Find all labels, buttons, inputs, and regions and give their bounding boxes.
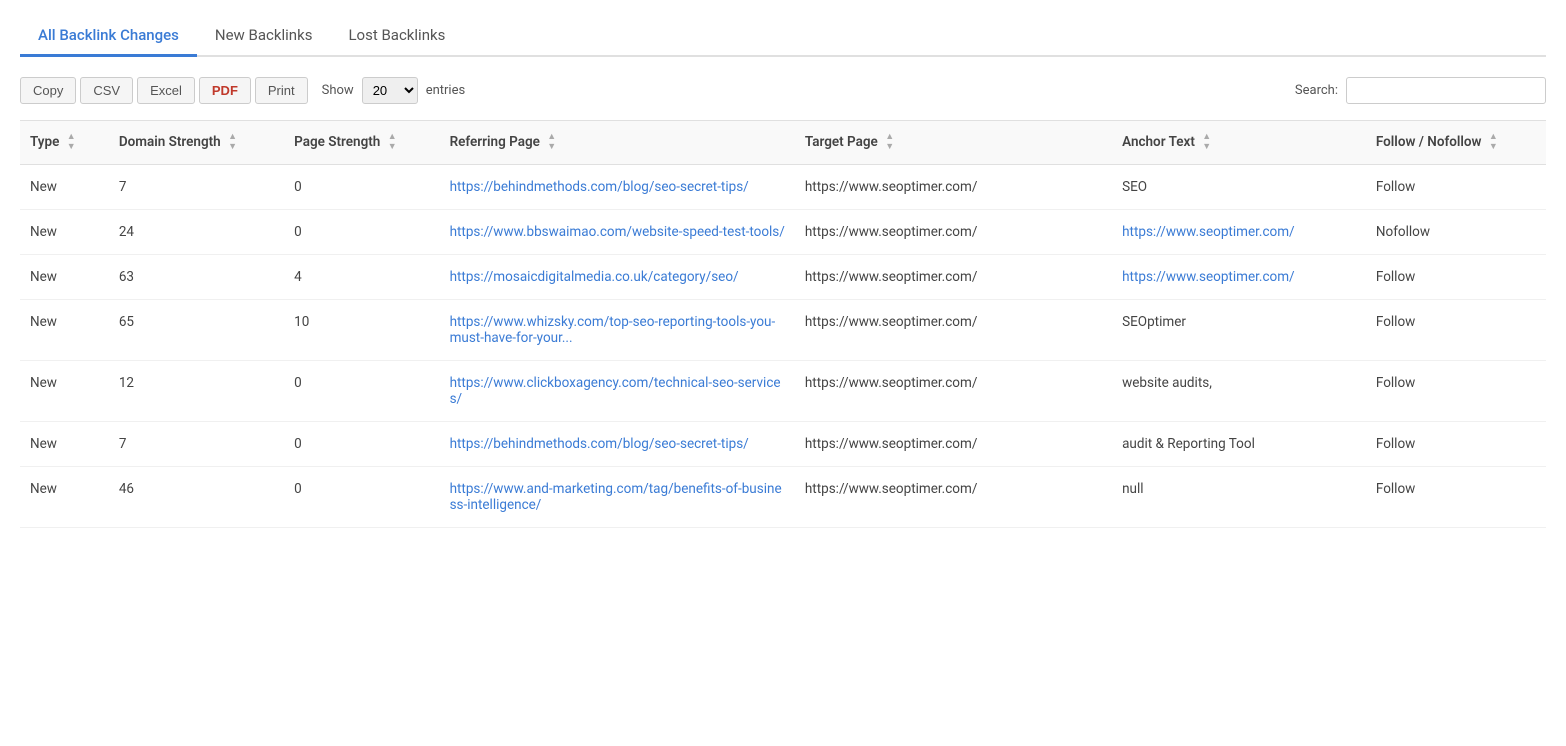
cell-anchor-text: https://www.seoptimer.com/ [1112,255,1366,300]
cell-page-strength: 0 [284,361,439,422]
anchor-text-link[interactable]: https://www.seoptimer.com/ [1122,269,1295,285]
pdf-button[interactable]: PDF [199,77,251,104]
table-header-row: Type ▲▼ Domain Strength ▲▼ Page Strength… [20,121,1546,165]
table-row: New 24 0 https://www.bbswaimao.com/websi… [20,210,1546,255]
cell-follow: Nofollow [1366,210,1546,255]
cell-type: New [20,210,109,255]
cell-referring-page[interactable]: https://mosaicdigitalmedia.co.uk/categor… [440,255,795,300]
anchor-text-link[interactable]: https://www.seoptimer.com/ [1122,224,1295,240]
cell-domain-strength: 12 [109,361,284,422]
col-header-page-strength[interactable]: Page Strength ▲▼ [284,121,439,165]
cell-page-strength: 10 [284,300,439,361]
cell-anchor-text: audit & Reporting Tool [1112,422,1366,467]
search-input[interactable] [1346,77,1546,104]
search-area: Search: [1295,77,1546,104]
search-label: Search: [1295,83,1338,98]
cell-type: New [20,165,109,210]
table-row: New 63 4 https://mosaicdigitalmedia.co.u… [20,255,1546,300]
cell-referring-page[interactable]: https://www.bbswaimao.com/website-speed-… [440,210,795,255]
col-header-anchor-text[interactable]: Anchor Text ▲▼ [1112,121,1366,165]
cell-domain-strength: 46 [109,467,284,528]
show-label: Show [322,83,354,98]
cell-follow: Follow [1366,300,1546,361]
cell-follow: Follow [1366,165,1546,210]
referring-page-link[interactable]: https://www.whizsky.com/top-seo-reportin… [450,314,776,346]
col-header-type[interactable]: Type ▲▼ [20,121,109,165]
cell-target-page: https://www.seoptimer.com/ [795,422,1112,467]
col-header-referring-page[interactable]: Referring Page ▲▼ [440,121,795,165]
referring-page-link[interactable]: https://behindmethods.com/blog/seo-secre… [450,436,749,452]
toolbar: Copy CSV Excel PDF Print Show 20 50 100 … [20,77,1546,104]
cell-anchor-text: website audits, [1112,361,1366,422]
referring-page-link[interactable]: https://www.clickboxagency.com/technical… [450,375,781,407]
cell-target-page: https://www.seoptimer.com/ [795,300,1112,361]
csv-button[interactable]: CSV [80,77,133,104]
cell-type: New [20,255,109,300]
excel-button[interactable]: Excel [137,77,195,104]
cell-page-strength: 0 [284,467,439,528]
referring-page-link[interactable]: https://behindmethods.com/blog/seo-secre… [450,179,749,195]
cell-follow: Follow [1366,467,1546,528]
cell-type: New [20,467,109,528]
col-header-domain-strength[interactable]: Domain Strength ▲▼ [109,121,284,165]
cell-referring-page[interactable]: https://behindmethods.com/blog/seo-secre… [440,165,795,210]
entries-text: entries [426,83,466,98]
cell-domain-strength: 24 [109,210,284,255]
cell-referring-page[interactable]: https://www.clickboxagency.com/technical… [440,361,795,422]
cell-anchor-text: null [1112,467,1366,528]
table-row: New 7 0 https://behindmethods.com/blog/s… [20,165,1546,210]
cell-anchor-text: SEO [1112,165,1366,210]
entries-select[interactable]: 20 50 100 [362,77,418,104]
cell-type: New [20,300,109,361]
col-header-follow-nofollow[interactable]: Follow / Nofollow ▲▼ [1366,121,1546,165]
cell-page-strength: 0 [284,422,439,467]
table-row: New 7 0 https://behindmethods.com/blog/s… [20,422,1546,467]
backlinks-table: Type ▲▼ Domain Strength ▲▼ Page Strength… [20,120,1546,528]
cell-target-page: https://www.seoptimer.com/ [795,467,1112,528]
cell-page-strength: 0 [284,210,439,255]
col-header-target-page[interactable]: Target Page ▲▼ [795,121,1112,165]
referring-page-link[interactable]: https://www.bbswaimao.com/website-speed-… [450,224,785,240]
cell-page-strength: 4 [284,255,439,300]
cell-domain-strength: 63 [109,255,284,300]
print-button[interactable]: Print [255,77,308,104]
referring-page-link[interactable]: https://mosaicdigitalmedia.co.uk/categor… [450,269,739,285]
table-row: New 46 0 https://www.and-marketing.com/t… [20,467,1546,528]
cell-referring-page[interactable]: https://www.whizsky.com/top-seo-reportin… [440,300,795,361]
cell-type: New [20,422,109,467]
tabs-container: All Backlink Changes New Backlinks Lost … [20,16,1546,57]
cell-target-page: https://www.seoptimer.com/ [795,165,1112,210]
cell-type: New [20,361,109,422]
cell-follow: Follow [1366,361,1546,422]
table-row: New 65 10 https://www.whizsky.com/top-se… [20,300,1546,361]
cell-referring-page[interactable]: https://www.and-marketing.com/tag/benefi… [440,467,795,528]
tab-all-backlink-changes[interactable]: All Backlink Changes [20,16,197,57]
referring-page-link[interactable]: https://www.and-marketing.com/tag/benefi… [450,481,782,513]
copy-button[interactable]: Copy [20,77,76,104]
tab-new-backlinks[interactable]: New Backlinks [197,16,331,57]
cell-anchor-text: https://www.seoptimer.com/ [1112,210,1366,255]
cell-domain-strength: 65 [109,300,284,361]
cell-referring-page[interactable]: https://behindmethods.com/blog/seo-secre… [440,422,795,467]
table-row: New 12 0 https://www.clickboxagency.com/… [20,361,1546,422]
tab-lost-backlinks[interactable]: Lost Backlinks [330,16,463,57]
cell-follow: Follow [1366,255,1546,300]
cell-domain-strength: 7 [109,165,284,210]
cell-target-page: https://www.seoptimer.com/ [795,255,1112,300]
cell-anchor-text: SEOptimer [1112,300,1366,361]
cell-target-page: https://www.seoptimer.com/ [795,210,1112,255]
cell-page-strength: 0 [284,165,439,210]
cell-target-page: https://www.seoptimer.com/ [795,361,1112,422]
cell-domain-strength: 7 [109,422,284,467]
cell-follow: Follow [1366,422,1546,467]
